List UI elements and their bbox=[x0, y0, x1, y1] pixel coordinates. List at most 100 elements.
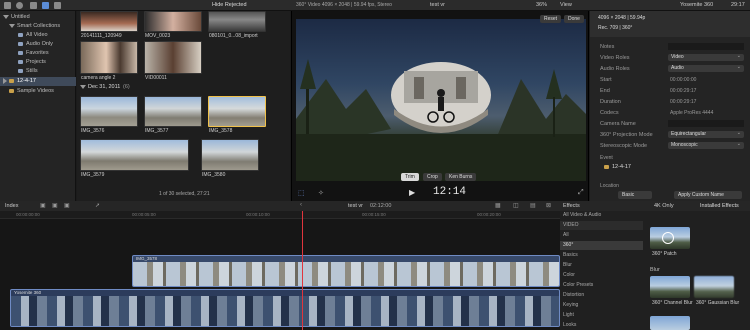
video-roles-dropdown[interactable]: Video bbox=[668, 53, 744, 61]
effects-category[interactable]: Color Presets bbox=[560, 281, 643, 290]
clip-thumbnail-selected[interactable] bbox=[208, 96, 266, 127]
sidebar-item-stills[interactable]: Stills bbox=[0, 67, 76, 76]
trim-mode-button[interactable]: Trim bbox=[401, 173, 419, 181]
end-label: End bbox=[600, 88, 610, 94]
libraries-icon[interactable] bbox=[30, 2, 37, 9]
transform-icon[interactable]: ⬚ bbox=[298, 189, 305, 197]
effects-category[interactable]: Color bbox=[560, 271, 643, 280]
effects-header: Effects 4K Only Installed Effects bbox=[560, 201, 750, 211]
effect-tile[interactable] bbox=[650, 316, 690, 330]
effects-category-selected[interactable]: 360° bbox=[560, 241, 643, 250]
timeline-clip-lower[interactable]: Yosemite 360 bbox=[10, 289, 560, 327]
effects-category[interactable]: All bbox=[560, 231, 643, 240]
clip-thumbnail[interactable] bbox=[144, 11, 202, 32]
zoom-level[interactable]: 36% bbox=[536, 2, 547, 8]
sidebar-item-smart-collections[interactable]: Smart Collections bbox=[0, 22, 76, 31]
effects-category[interactable]: Keying bbox=[560, 301, 643, 310]
effects-category[interactable]: VIDEO bbox=[560, 221, 643, 230]
clip-thumbnail[interactable] bbox=[80, 96, 138, 127]
ken-burns-mode-button[interactable]: Ken Burns bbox=[445, 173, 477, 181]
append-clip-icon[interactable]: ▣ bbox=[64, 202, 70, 209]
stereoscopic-mode-label: Stereoscopic Mode bbox=[600, 143, 648, 149]
sidebar-item-projects[interactable]: Projects bbox=[0, 58, 76, 67]
inspector-clip-name: Yosemite 360 bbox=[680, 2, 714, 8]
fullscreen-icon[interactable]: ⤢ bbox=[578, 189, 584, 197]
sidebar-item-sample-videos[interactable]: Sample Videos bbox=[0, 87, 76, 96]
effect-tile-gaussian-blur[interactable] bbox=[694, 276, 734, 298]
effects-category[interactable]: Blur bbox=[560, 261, 643, 270]
video-frame[interactable] bbox=[296, 19, 586, 181]
camera-name-field[interactable] bbox=[668, 120, 744, 127]
import-icon[interactable] bbox=[4, 2, 11, 9]
effects-category[interactable]: All Video & Audio bbox=[560, 211, 643, 220]
insert-clip-icon[interactable]: ▣ bbox=[52, 202, 58, 209]
stereoscopic-mode-dropdown[interactable]: Monoscopic bbox=[668, 141, 744, 149]
effects-category[interactable]: Distortion bbox=[560, 291, 643, 300]
selection-status: 1 of 30 selected, 27:21 bbox=[159, 191, 210, 197]
effects-browser: All Video & Audio VIDEO All 360° Basics … bbox=[560, 211, 750, 330]
basic-dropdown[interactable]: Basic bbox=[618, 191, 652, 199]
installed-effects-dropdown[interactable]: Installed Effects bbox=[700, 203, 739, 209]
transitions-icon[interactable]: ⊠ bbox=[546, 202, 551, 209]
clip-thumbnail[interactable] bbox=[201, 139, 259, 171]
clip-label: camera angle 2 bbox=[81, 75, 116, 81]
four-k-only-filter[interactable]: 4K Only bbox=[654, 203, 674, 209]
crop-mode-button[interactable]: Crop bbox=[423, 173, 442, 181]
clip-thumbnail[interactable] bbox=[208, 11, 266, 32]
history-back-icon[interactable]: ‹ bbox=[300, 202, 302, 208]
audio-roles-label: Audio Roles bbox=[600, 66, 630, 72]
location-label: Location bbox=[600, 183, 619, 189]
clip-thumbnail[interactable] bbox=[80, 11, 138, 32]
sidebar-item-untitled[interactable]: Untitled bbox=[0, 13, 76, 22]
reset-button[interactable]: Reset bbox=[540, 15, 562, 23]
inspector-header: 4096 × 2048 | 59.94p Rec. 709 | 360° bbox=[590, 11, 750, 37]
folder-icon bbox=[18, 32, 23, 37]
effect-tile-360-patch[interactable] bbox=[650, 227, 690, 249]
clip-label: 20141111_120949 bbox=[81, 33, 122, 39]
notes-field[interactable] bbox=[668, 43, 744, 50]
sidebar-item-audio-only[interactable]: Audio Only bbox=[0, 40, 76, 49]
event-icon bbox=[604, 164, 609, 169]
end-value: 00:00:29:17 bbox=[670, 88, 697, 94]
timeline-ruler[interactable]: 00:00:00:00 00:00:05:00 00:00:10:00 00:0… bbox=[0, 211, 560, 219]
clip-thumbnail[interactable] bbox=[144, 96, 202, 127]
timeline-toolbar: Index ▣ ▣ ▣ ➚ ‹ test vr 02:12:00 ▦ ◫ ▤ ⊠ bbox=[0, 201, 560, 211]
sidebar-item-event-12-4-17[interactable]: 12-4-17 bbox=[0, 77, 76, 86]
clip-thumbnail[interactable] bbox=[80, 139, 189, 171]
apply-custom-name-button[interactable]: Apply Custom Name bbox=[674, 191, 742, 199]
effects-category[interactable]: Light bbox=[560, 311, 643, 320]
date-group-header[interactable]: Dec 31, 2011 bbox=[80, 84, 120, 90]
effects-category[interactable]: Looks bbox=[560, 321, 643, 330]
timeline-clip-upper[interactable]: IMG_3578 bbox=[132, 255, 560, 287]
view-menu[interactable]: View bbox=[560, 2, 572, 8]
photos-icon[interactable] bbox=[42, 2, 49, 9]
connect-clip-icon[interactable]: ▣ bbox=[40, 202, 46, 209]
clip-thumbnail[interactable] bbox=[80, 41, 138, 74]
playhead[interactable] bbox=[302, 211, 303, 330]
clip-appearance-icon[interactable]: ▦ bbox=[495, 202, 501, 209]
filter-dropdown[interactable]: Hide Rejected bbox=[212, 2, 247, 8]
inspector-duration: 29:17 bbox=[731, 2, 745, 8]
effects-browser-icon[interactable]: ▤ bbox=[530, 202, 536, 209]
titles-icon[interactable] bbox=[54, 2, 61, 9]
index-button[interactable]: Index bbox=[5, 203, 18, 209]
start-value: 00:00:00:00 bbox=[670, 77, 697, 83]
clip-label: IMG_3580 bbox=[202, 172, 226, 178]
play-icon[interactable]: ▶ bbox=[409, 188, 415, 197]
effect-label: 360° Patch bbox=[652, 251, 677, 257]
audio-meter-icon[interactable]: ◫ bbox=[513, 202, 519, 209]
sidebar-item-favorites[interactable]: Favorites bbox=[0, 49, 76, 58]
keywords-icon[interactable] bbox=[16, 2, 23, 9]
effects-category[interactable]: Basics bbox=[560, 251, 643, 260]
sidebar-item-all-video[interactable]: All Video bbox=[0, 31, 76, 40]
date-group-count: (6) bbox=[123, 84, 130, 90]
done-button[interactable]: Done bbox=[564, 15, 584, 23]
event-icon bbox=[9, 88, 14, 93]
clip-thumbnail[interactable] bbox=[144, 41, 202, 74]
clip-browser: 20141111_120949 MOV_0023 080101_0...08_i… bbox=[77, 11, 290, 201]
select-tool-icon[interactable]: ➚ bbox=[95, 202, 100, 209]
projection-mode-dropdown[interactable]: Equirectangular bbox=[668, 130, 744, 138]
effect-tile-channel-blur[interactable] bbox=[650, 276, 690, 298]
effects-icon[interactable]: ✧ bbox=[318, 189, 324, 197]
audio-roles-dropdown[interactable]: Audio bbox=[668, 64, 744, 72]
